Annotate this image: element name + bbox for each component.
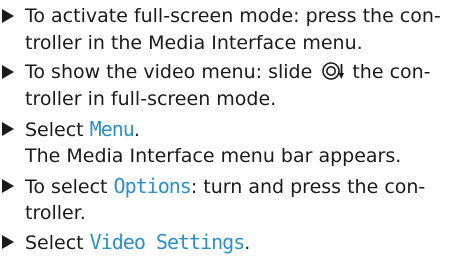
- step-4-line-2: troller.: [25, 200, 86, 226]
- step-2-text: To show the video menu: slide: [25, 61, 319, 83]
- triangle-bullet-icon: [2, 179, 14, 193]
- step-2-text-cont: troller in full-screen mode.: [25, 88, 277, 110]
- step-1-text: To activate full-screen mode: press the …: [25, 5, 441, 27]
- step-5-text: Select: [25, 232, 90, 254]
- step-3-text: Select: [25, 119, 90, 141]
- step-5-line-1: Select Video Settings.: [25, 229, 250, 256]
- step-1-text-cont: troller in the Media Interface menu.: [25, 32, 363, 54]
- menu-softkey-label: Menu: [89, 117, 135, 141]
- step-3-line-2: The Media Interface menu bar appears.: [25, 143, 401, 169]
- triangle-bullet-icon: [2, 9, 14, 23]
- video-settings-softkey-label: Video Settings: [89, 230, 246, 254]
- step-4-text: To select: [25, 176, 114, 198]
- step-4-text-cont: troller.: [25, 202, 86, 224]
- step-2-text-after-icon: the con-: [346, 61, 431, 83]
- step-3-period: .: [133, 119, 140, 141]
- options-softkey-label: Options: [113, 174, 192, 198]
- step-1-line-1: To activate full-screen mode: press the …: [25, 3, 441, 29]
- instruction-page: To activate full-screen mode: press the …: [0, 0, 462, 256]
- step-5-period: .: [244, 232, 251, 254]
- step-4-text-after: : turn and press the con-: [190, 176, 426, 198]
- step-2-line-2: troller in full-screen mode.: [25, 86, 276, 112]
- controller-slide-down-icon: [322, 60, 345, 82]
- triangle-bullet-icon: [2, 65, 14, 79]
- triangle-bullet-icon: [2, 122, 14, 136]
- step-1-line-2: troller in the Media Interface menu.: [25, 30, 363, 56]
- step-2-line-1: To show the video menu: slide the con-: [25, 59, 431, 85]
- step-4-line-1: To select Options: turn and press the co…: [25, 173, 425, 200]
- step-3-line-1: Select Menu.: [25, 116, 140, 143]
- triangle-bullet-icon: [2, 235, 14, 249]
- step-3-result-text: The Media Interface menu bar appears.: [25, 145, 402, 167]
